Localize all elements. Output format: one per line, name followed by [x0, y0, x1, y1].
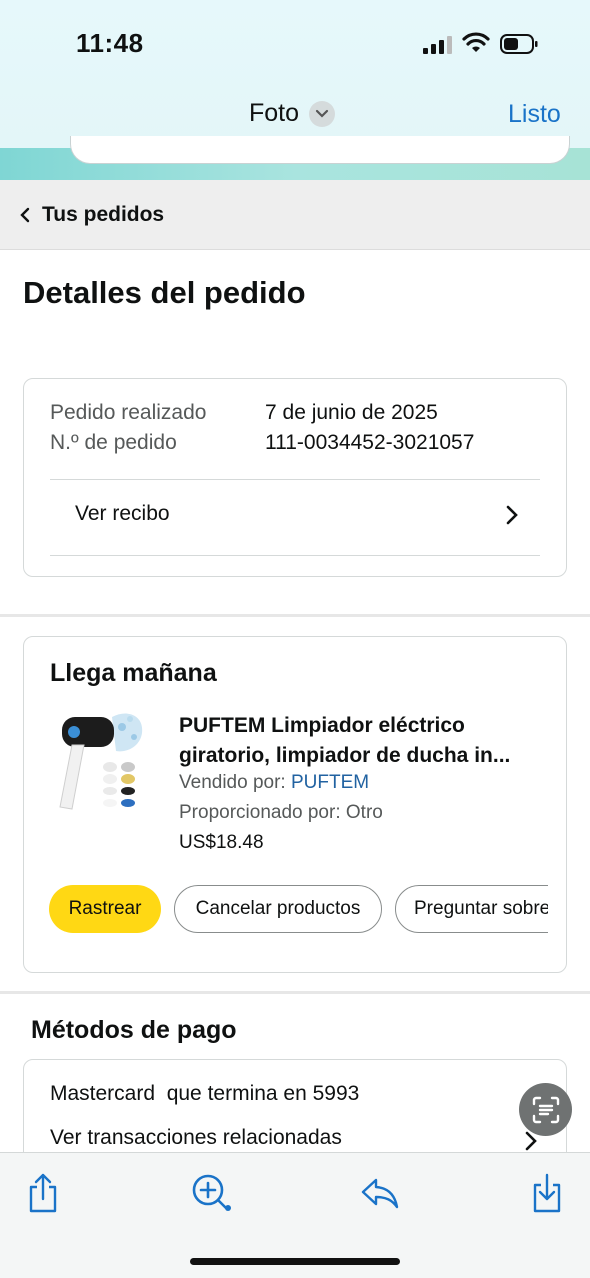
view-receipt-label: Ver recibo: [75, 502, 170, 525]
cellular-signal-icon: [423, 36, 453, 54]
order-placed-label: Pedido realizado: [50, 401, 207, 424]
track-button[interactable]: Rastrear: [49, 885, 161, 933]
save-icon[interactable]: [530, 1172, 564, 1214]
back-to-orders-link[interactable]: Tus pedidos: [20, 203, 164, 227]
home-indicator[interactable]: [190, 1258, 400, 1265]
seller-link[interactable]: PUFTEM: [291, 772, 369, 793]
breadcrumb-label: Tus pedidos: [42, 203, 165, 226]
arrival-heading: Llega mañana: [50, 659, 217, 687]
order-number-value: 111-0034452-3021057: [265, 431, 475, 454]
provided-by: Proporcionado por: Otro: [179, 802, 383, 823]
nav-title: Foto: [249, 99, 300, 127]
search-bar[interactable]: [70, 136, 570, 164]
divider: [50, 555, 540, 556]
chevron-right-icon: [506, 505, 518, 525]
wifi-icon: [462, 32, 490, 52]
product-title-line-1: PUFTEM Limpiador eléctrico: [179, 714, 465, 737]
payment-heading: Métodos de pago: [31, 1016, 237, 1044]
reply-icon[interactable]: [360, 1176, 400, 1210]
product-title-line-2: giratorio, limpiador de ducha in...: [179, 744, 511, 767]
chevron-left-icon: [20, 207, 30, 223]
markup-icon[interactable]: [190, 1172, 234, 1214]
product-image[interactable]: [52, 707, 148, 813]
ask-about-product-button[interactable]: Preguntar sobre: [395, 885, 548, 933]
order-number-label: N.º de pedido: [50, 431, 177, 454]
live-text-icon: [532, 1096, 559, 1123]
sold-by-row: Vendido por: PUFTEM: [179, 772, 369, 794]
chevron-down-icon: [309, 100, 336, 127]
section-separator: [0, 991, 590, 994]
related-transactions-row[interactable]: Ver transacciones relacionadas: [50, 1120, 540, 1154]
cancel-items-button[interactable]: Cancelar productos: [174, 885, 382, 933]
share-icon[interactable]: [26, 1172, 60, 1214]
live-text-button[interactable]: [519, 1083, 572, 1136]
product-title-link[interactable]: PUFTEM Limpiador eléctrico giratorio, li…: [179, 711, 549, 771]
payment-card-text: Mastercard que termina en 5993: [50, 1082, 360, 1105]
status-time: 11:48: [76, 28, 144, 58]
sold-by-label: Vendido por:: [179, 772, 286, 793]
product-price: US$18.48: [179, 832, 264, 853]
related-transactions-label: Ver transacciones relacionadas: [50, 1126, 342, 1149]
order-placed-value: 7 de junio de 2025: [265, 401, 438, 424]
top-bar: 11:48 Foto Listo: [0, 0, 590, 148]
done-button[interactable]: Listo: [508, 100, 561, 129]
view-receipt-row[interactable]: Ver recibo: [50, 480, 540, 554]
page-title: Detalles del pedido: [23, 275, 306, 310]
button-scroller: Preguntar sobre: [395, 885, 548, 933]
section-separator: [0, 614, 590, 617]
photo-title-menu[interactable]: Foto: [249, 99, 336, 128]
battery-icon: [500, 34, 538, 54]
